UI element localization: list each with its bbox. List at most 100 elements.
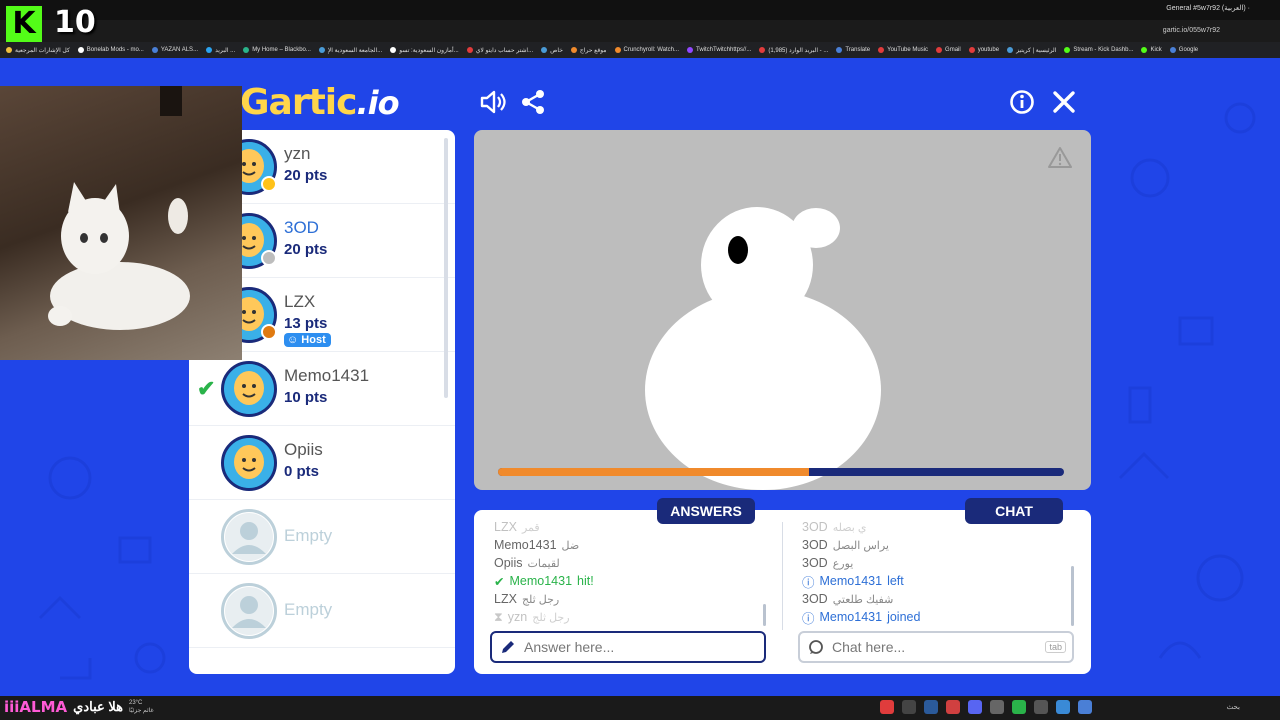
message-text: يراس البصل bbox=[832, 539, 889, 552]
player-points: 13 pts bbox=[284, 315, 328, 332]
bookmark-item[interactable]: موقع حراج bbox=[570, 47, 607, 54]
bookmark-item[interactable]: Crunchyroll: Watch... bbox=[614, 47, 679, 53]
steam-icon[interactable] bbox=[924, 700, 938, 714]
app-icon[interactable] bbox=[1056, 700, 1070, 714]
chat-input-box[interactable]: tab bbox=[798, 631, 1074, 663]
bookmark-item[interactable]: خاص bbox=[541, 47, 563, 54]
answers-scrollbar[interactable] bbox=[763, 604, 766, 626]
answer-input-box[interactable] bbox=[490, 631, 766, 663]
drawing-canvas[interactable] bbox=[474, 130, 1091, 490]
chat-input[interactable] bbox=[832, 639, 1032, 655]
answers-list: LZX قمر Memo1431 ضل Opiis لقيمات ✔ Memo1431 hit!… bbox=[494, 518, 774, 630]
bookmark-favicon-icon bbox=[390, 47, 397, 53]
logo-accent-text: .io bbox=[356, 84, 399, 122]
bookmark-label: Kick bbox=[1150, 47, 1162, 53]
chat-list: 3OD ي بصله 3OD يراس البصل 3OD يورع ⓘ Memo1431 le… bbox=[802, 518, 1082, 630]
app-icon[interactable] bbox=[880, 700, 894, 714]
player-name: 3OD bbox=[284, 218, 319, 237]
bookmark-label: Gmail bbox=[945, 47, 961, 53]
bookmark-item[interactable]: الجامعة السعودية الإ... bbox=[318, 47, 382, 54]
bookmark-favicon-icon bbox=[466, 47, 473, 53]
bookmark-item[interactable]: Google bbox=[1169, 47, 1199, 53]
player-name: LZX bbox=[284, 292, 316, 311]
bookmark-item[interactable]: Bonelab Mods - mo... bbox=[77, 47, 144, 53]
message-author: 3OD bbox=[802, 520, 828, 534]
bookmark-item[interactable]: Gmail bbox=[936, 47, 961, 53]
app-icon[interactable] bbox=[902, 700, 916, 714]
snowman-ear bbox=[792, 208, 840, 248]
hourglass-icon: ⧗ bbox=[494, 609, 503, 624]
overlay-counter: 10 bbox=[54, 5, 96, 40]
bookmark-label: أمازون السعودية: تسو... bbox=[399, 47, 459, 54]
message-row: 3OD شفيك طلعتي bbox=[802, 590, 1082, 608]
message-author: LZX bbox=[494, 520, 517, 534]
active-tab[interactable]: General #5w7r92 (العربية) · bbox=[1166, 4, 1250, 12]
app-icon[interactable] bbox=[990, 700, 1004, 714]
bookmark-label: (1,985) البريد الوارد - ... bbox=[768, 47, 829, 54]
bookmark-item[interactable]: Kick bbox=[1141, 47, 1162, 53]
xbox-icon[interactable] bbox=[1012, 700, 1026, 714]
weather-widget[interactable]: 23°C غائم جزئيًا bbox=[129, 699, 154, 715]
panel-divider bbox=[782, 522, 783, 630]
bookmark-label: كل الإشارات المرجعية bbox=[15, 47, 70, 54]
sound-icon[interactable] bbox=[478, 88, 506, 116]
share-icon[interactable] bbox=[519, 88, 547, 116]
bookmark-favicon-icon bbox=[1007, 47, 1014, 53]
bookmark-favicon-icon bbox=[77, 47, 84, 53]
player-row[interactable]: ✔ Memo1431 10 pts bbox=[189, 352, 455, 426]
message-text: joined bbox=[887, 610, 921, 624]
close-icon[interactable] bbox=[1050, 88, 1078, 116]
bookmark-item[interactable]: (1,985) البريد الوارد - ... bbox=[759, 47, 828, 54]
bookmark-item[interactable]: YAZAN ALS... bbox=[151, 47, 198, 53]
bookmark-favicon-icon bbox=[968, 47, 975, 53]
gartic-logo: Gartic.io bbox=[240, 82, 400, 123]
bookmark-item[interactable]: كل الإشارات المرجعية bbox=[6, 47, 70, 54]
message-text: رجل ثلج bbox=[532, 611, 570, 624]
chat-scrollbar[interactable] bbox=[1071, 566, 1074, 626]
message-row: ⓘ Memo1431 joined bbox=[802, 608, 1082, 626]
player-status-dot bbox=[261, 324, 277, 340]
bookmark-item[interactable]: YouTube Music bbox=[878, 47, 928, 53]
bookmark-item[interactable]: اشتر حساب دايتو لاي... bbox=[466, 47, 534, 54]
discord-icon[interactable] bbox=[968, 700, 982, 714]
player-row[interactable]: Empty bbox=[189, 574, 455, 648]
bookmark-item[interactable]: الرئيسية | كريتيز bbox=[1007, 47, 1056, 54]
message-text: قمر bbox=[521, 521, 540, 534]
webcam-overlay bbox=[0, 86, 242, 360]
player-points: 20 pts bbox=[284, 167, 328, 184]
app-icon[interactable] bbox=[946, 700, 960, 714]
app-icon[interactable] bbox=[1034, 700, 1048, 714]
bookmark-item[interactable]: البريد ... bbox=[206, 47, 235, 54]
chrome-icon[interactable] bbox=[1078, 700, 1092, 714]
report-warning-icon[interactable] bbox=[1048, 146, 1072, 168]
message-author: LZX bbox=[494, 592, 517, 606]
message-author: yzn bbox=[507, 610, 528, 624]
snowman-eye bbox=[728, 236, 748, 264]
bookmark-label: خاص bbox=[550, 47, 563, 54]
bookmark-label: Google bbox=[1178, 47, 1199, 53]
info-icon[interactable] bbox=[1008, 88, 1036, 116]
bookmark-item[interactable]: TwitchTwitchhttps//... bbox=[687, 47, 751, 53]
info-icon: ⓘ bbox=[802, 575, 815, 590]
bookmark-item[interactable]: My Home – Blackbo... bbox=[243, 47, 311, 53]
answer-input[interactable] bbox=[524, 639, 724, 655]
player-row[interactable]: Empty bbox=[189, 500, 455, 574]
player-row[interactable]: Opiis 0 pts bbox=[189, 426, 455, 500]
taskbar-search[interactable]: بحث bbox=[1227, 703, 1240, 711]
bookmark-item[interactable]: Translate bbox=[836, 47, 870, 53]
player-name: Opiis bbox=[284, 440, 323, 459]
message-row: ✔ Memo1431 hit! bbox=[494, 572, 774, 590]
player-points: 0 pts bbox=[284, 463, 320, 480]
bookmark-item[interactable]: أمازون السعودية: تسو... bbox=[390, 47, 459, 54]
bookmark-label: اشتر حساب دايتو لاي... bbox=[475, 47, 534, 54]
message-text: ضل bbox=[561, 539, 580, 552]
player-status-dot bbox=[261, 250, 277, 266]
message-text: شفيك طلعتي bbox=[832, 593, 894, 606]
url-text[interactable]: gartic.io/055w7r92 bbox=[1163, 27, 1220, 34]
weather-temp: 23°C bbox=[128, 700, 143, 706]
message-row: 3OD يورع bbox=[802, 554, 1082, 572]
bookmark-item[interactable]: youtube bbox=[968, 47, 999, 53]
player-list-scrollbar[interactable] bbox=[444, 138, 448, 398]
message-row: Opiis لقيمات bbox=[494, 554, 774, 572]
bookmark-item[interactable]: Stream - Kick Dashb... bbox=[1064, 47, 1133, 53]
